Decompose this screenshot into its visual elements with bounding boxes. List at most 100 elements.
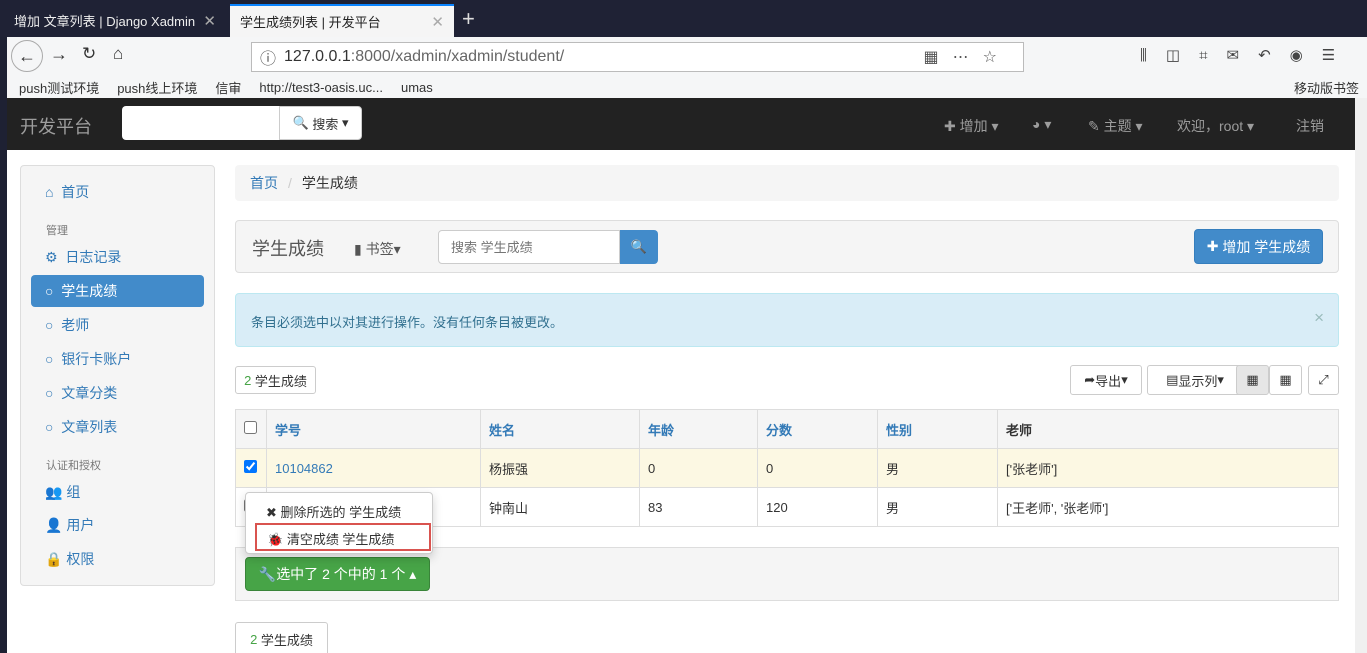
home-icon[interactable]: ⌂ [113, 44, 123, 64]
select-all-checkbox[interactable] [244, 421, 257, 434]
bookmark[interactable]: push线上环境 [117, 78, 197, 97]
label: 增加 学生成绩 [1222, 238, 1311, 255]
alert-info: 条目必须选中以对其进行操作。没有任何条目被更改。 × [235, 293, 1339, 347]
add-student-button[interactable]: ✚ 增加 学生成绩 [1194, 229, 1323, 264]
label: 权限 [66, 551, 95, 567]
table-header: 学号 姓名 年龄 分数 性别 老师 [235, 409, 1339, 449]
close-icon[interactable]: × [1314, 308, 1324, 328]
label: 增加 [959, 118, 988, 134]
column-header[interactable]: 年龄 [648, 423, 674, 438]
forward-icon[interactable]: → [50, 44, 68, 65]
row-checkbox[interactable] [244, 460, 257, 473]
back-icon[interactable]: ← [11, 40, 43, 72]
mobile-bookmarks[interactable]: 移动版书签 [1294, 78, 1359, 97]
label: 日志记录 [65, 249, 122, 265]
label: 欢迎，root [1177, 118, 1244, 134]
column-header[interactable]: 学号 [275, 423, 301, 438]
student-id-link[interactable]: 10104862 [275, 461, 333, 476]
tab-title: 学生成绩列表 | 开发平台 [240, 15, 381, 30]
actions-button[interactable]: 🔧 选中了 2 个中的 1 个 ▴ [245, 557, 430, 591]
new-tab-icon[interactable]: + [462, 6, 475, 32]
page-actions-icons[interactable]: ▦⋯☆ [924, 47, 1011, 67]
sidebar-item-category[interactable]: ○ 文章分类 [31, 377, 204, 409]
search-button[interactable]: 🔍 [620, 230, 658, 264]
brand[interactable]: 开发平台 [20, 113, 92, 139]
cell: 0 [639, 448, 758, 488]
nav-user-menu[interactable]: 欢迎，root ▾ [1177, 116, 1254, 136]
sidebar-item-teacher[interactable]: ○ 老师 [31, 309, 204, 341]
cell: ['王老师', '张老师'] [997, 487, 1339, 527]
browser-tab-active[interactable]: 学生成绩列表 | 开发平台 ✕ [230, 4, 454, 37]
bookmark[interactable]: umas [401, 80, 433, 95]
nav-logout[interactable]: 注销 [1296, 116, 1324, 136]
grid-view-icon[interactable]: ▦ [1236, 365, 1269, 395]
columns-button[interactable]: ▤ 显示列 ▾ [1147, 365, 1243, 395]
sidebar-item-article[interactable]: ○ 文章列表 [31, 411, 204, 443]
sidebar-item-user[interactable]: 👤 用户 [31, 509, 204, 541]
bookmark-menu[interactable]: ▮ 书签▾ [354, 239, 401, 259]
tab-title: 增加 文章列表 | Django Xadmin [14, 14, 196, 29]
table-view-icon[interactable]: ▦ [1269, 365, 1302, 395]
navbar: 开发平台 🔍 搜索 ▾ ✚ 增加 ▾ ◕ ▾ ✎ 主题 ▾ 欢迎，root ▾ … [7, 98, 1355, 150]
cell: 男 [877, 487, 998, 527]
sidebar-item-log[interactable]: ⚙ 日志记录 [31, 241, 204, 273]
nav-add-menu[interactable]: ✚ 增加 ▾ [944, 116, 999, 136]
cell: 83 [639, 487, 758, 527]
search-input[interactable] [438, 230, 620, 264]
cell: 120 [757, 487, 878, 527]
bookmark[interactable]: push测试环境 [19, 78, 99, 97]
nav-theme-menu[interactable]: ✎ 主题 ▾ [1088, 116, 1143, 136]
sidebar-section: 管理 [46, 225, 68, 237]
column-header: 老师 [997, 409, 1339, 449]
fullscreen-icon[interactable]: ⤢ [1308, 365, 1339, 395]
bookmark[interactable]: http://test3-oasis.uc... [259, 80, 383, 95]
page-title: 学生成绩 [252, 239, 324, 259]
label: 清空成绩 学生成绩 [286, 532, 395, 547]
result-count: 2 学生成绩 [235, 366, 316, 394]
nav-search-input[interactable] [122, 106, 280, 140]
close-icon[interactable]: ✕ [203, 12, 216, 30]
url-bar[interactable]: ⓘ 127.0.0.1:8000/xadmin/xadmin/student/ … [251, 42, 1024, 72]
label: 主题 [1103, 118, 1132, 134]
column-header[interactable]: 性别 [886, 423, 912, 438]
bookmark[interactable]: 信审 [215, 78, 241, 97]
label: 文章分类 [61, 385, 118, 401]
label: 首页 [61, 184, 90, 200]
cell: 钟南山 [480, 487, 640, 527]
search-label: 搜索 [312, 116, 339, 132]
label: 文章列表 [61, 419, 118, 435]
browser-tab[interactable]: 增加 文章列表 | Django Xadmin ✕ [4, 4, 226, 37]
sidebar-item-group[interactable]: 👥 组 [31, 476, 204, 508]
breadcrumb-current: 学生成绩 [301, 175, 358, 191]
action-clear-scores[interactable]: 🐞 清空成绩 学生成绩 [255, 523, 431, 551]
cell: 杨振强 [480, 448, 640, 488]
count: 2 [250, 631, 258, 647]
globe-icon[interactable]: ◕ ▾ [1032, 116, 1051, 133]
export-button[interactable]: ➦ 导出 ▾ [1070, 365, 1142, 395]
label: 删除所选的 学生成绩 [280, 505, 402, 520]
label: 学生成绩 [61, 283, 118, 299]
page: 开发平台 🔍 搜索 ▾ ✚ 增加 ▾ ◕ ▾ ✎ 主题 ▾ 欢迎，root ▾ … [7, 98, 1355, 653]
url-path: :8000/xadmin/xadmin/student/ [350, 48, 565, 65]
select-all-cell[interactable] [235, 409, 267, 449]
alert-text: 条目必须选中以对其进行操作。没有任何条目被更改。 [251, 315, 564, 330]
scrollbar[interactable] [1355, 98, 1367, 653]
url-host: 127.0.0.1 [284, 48, 351, 65]
label: 书签 [365, 241, 394, 257]
label: 学生成绩 [260, 632, 313, 648]
sidebar-item-student[interactable]: ○ 学生成绩 [31, 275, 204, 307]
count: 2 [244, 372, 252, 388]
reload-icon[interactable]: ↻ [82, 44, 96, 64]
sidebar-item-permission[interactable]: 🔒 权限 [31, 543, 204, 575]
breadcrumb-home[interactable]: 首页 [250, 173, 278, 193]
browser-tab-bar: 增加 文章列表 | Django Xadmin ✕ 学生成绩列表 | 开发平台 ✕ … [0, 0, 1367, 37]
column-header[interactable]: 姓名 [489, 423, 515, 438]
close-icon[interactable]: ✕ [431, 13, 444, 31]
sidebar-item-home[interactable]: ⌂ 首页 [31, 176, 204, 208]
toolbar-icons[interactable]: ⫼◫⌗✉↶◉☰ [1140, 46, 1354, 64]
label: 用户 [66, 517, 95, 533]
nav-search-button[interactable]: 🔍 搜索 ▾ [279, 106, 362, 140]
sidebar-item-bank[interactable]: ○ 银行卡账户 [31, 343, 204, 375]
column-header[interactable]: 分数 [766, 423, 792, 438]
action-delete[interactable]: ✖ 删除所选的 学生成绩 [266, 502, 401, 521]
